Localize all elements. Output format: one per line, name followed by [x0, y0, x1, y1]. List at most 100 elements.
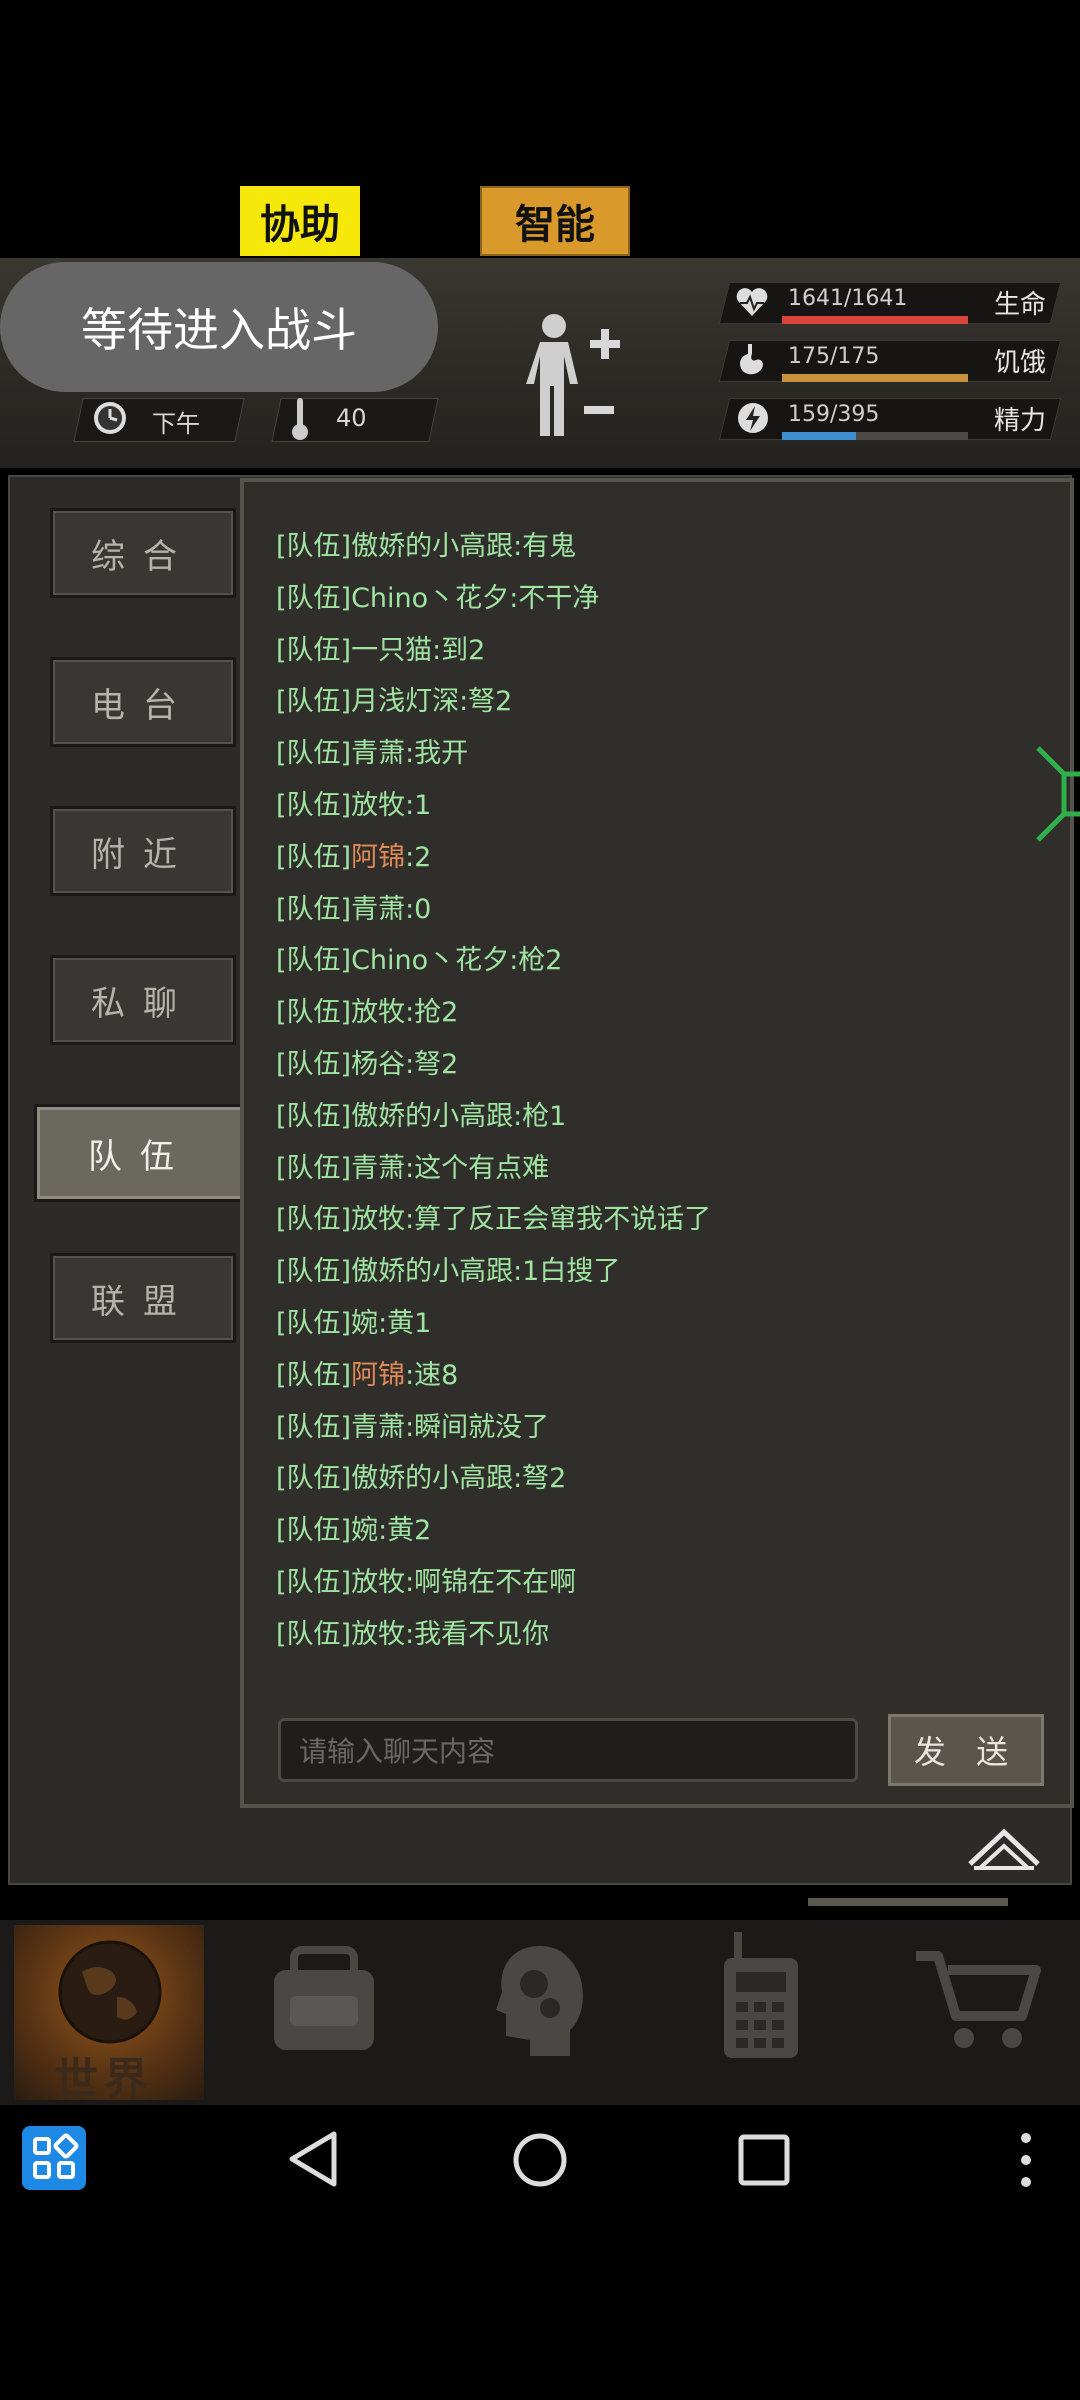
globe-icon — [58, 1940, 162, 2044]
chat-message-text: :黄2 — [378, 1515, 432, 1547]
nav-world[interactable]: 世界 — [14, 1925, 204, 2105]
home-icon[interactable] — [512, 2132, 568, 2188]
tab-alliance[interactable]: 联盟 — [50, 1253, 236, 1343]
chat-message-text: :黄1 — [378, 1308, 432, 1339]
chat-message-text: :枪1 — [513, 1100, 567, 1132]
hunger-label: 饥饿 — [994, 348, 1047, 378]
chat-input[interactable]: 请输入聊天内容 — [278, 1718, 858, 1782]
stomach-icon — [740, 344, 763, 375]
chat-sender-name[interactable]: 青萧 — [351, 1412, 405, 1443]
chat-message: [队伍]傲娇的小高跟:1白搜了 — [276, 1249, 620, 1288]
backpack-icon[interactable] — [264, 1940, 384, 2060]
chat-sender-name[interactable]: Chino丶花夕 — [351, 945, 509, 976]
chat-message-text: :弩2 — [405, 1049, 459, 1080]
chat-sender-name[interactable]: 杨谷 — [351, 1049, 405, 1080]
back-icon[interactable] — [286, 2130, 342, 2188]
chat-message: [队伍]放牧:1 — [276, 783, 431, 822]
chat-channel-tag: [队伍] — [276, 1100, 352, 1132]
chat-message: [队伍]傲娇的小高跟:弩2 — [276, 1456, 566, 1495]
chat-message: [队伍]Chino丶花夕:枪2 — [276, 938, 562, 977]
chat-message-text: :速8 — [405, 1359, 459, 1391]
chat-channel-tag: [队伍] — [276, 686, 352, 718]
chat-message-text: :啊锦在不在啊 — [405, 1567, 577, 1598]
clock-icon — [94, 402, 126, 434]
chat-sender-name[interactable]: 一只猫 — [351, 635, 432, 666]
chat-sender-name[interactable]: 青萧 — [351, 738, 405, 769]
chat-channel-tag: [队伍] — [276, 790, 352, 821]
temperature-value: 40 — [336, 404, 367, 432]
health-label: 生命 — [994, 290, 1047, 320]
shopping-cart-icon[interactable] — [912, 1946, 1042, 2056]
chat-sender-name[interactable]: 阿锦 — [351, 1360, 405, 1391]
chat-message-text: :1白搜了 — [513, 1256, 621, 1288]
hunger-bar-fill — [782, 374, 968, 382]
energy-value: 159/395 — [788, 402, 880, 427]
chat-message: [队伍]Chino丶花夕:不干净 — [276, 576, 599, 615]
tab-private[interactable]: 私聊 — [50, 955, 236, 1045]
chat-sender-name[interactable]: 傲娇的小高跟 — [351, 1463, 513, 1494]
health-value: 1641/1641 — [788, 286, 908, 311]
chat-message: [队伍]青萧:0 — [276, 887, 431, 926]
chat-message: [队伍]放牧:抢2 — [276, 990, 458, 1029]
chat-message: [队伍]杨谷:弩2 — [276, 1042, 458, 1081]
chat-channel-tag: [队伍] — [276, 1567, 352, 1598]
chat-sender-name[interactable]: 放牧 — [351, 1204, 405, 1235]
app-drawer-icon[interactable] — [22, 2126, 86, 2190]
more-options-icon[interactable] — [1016, 2130, 1036, 2190]
chat-sender-name[interactable]: 婉 — [351, 1515, 378, 1546]
chat-sender-name[interactable]: 放牧 — [351, 790, 405, 821]
smart-button[interactable]: 智能 — [480, 186, 630, 256]
chat-channel-tag: [队伍] — [276, 841, 352, 873]
chat-message-text: :算了反正会窜我不说话了 — [405, 1204, 712, 1236]
chat-channel-tag: [队伍] — [276, 1463, 352, 1495]
tab-nearby[interactable]: 附近 — [50, 806, 236, 896]
chat-sender-name[interactable]: 青萧 — [351, 894, 405, 925]
chat-message: [队伍]青萧:我开 — [276, 731, 468, 770]
chat-message-text: :弩2 — [513, 1463, 567, 1495]
chat-channel-tag: [队伍] — [276, 1049, 352, 1080]
chat-sender-name[interactable]: 月浅灯深 — [351, 686, 459, 717]
chat-sender-name[interactable]: 傲娇的小高跟 — [351, 531, 513, 562]
tab-team[interactable]: 队伍 — [34, 1104, 246, 1202]
chat-channel-tag: [队伍] — [276, 531, 352, 562]
chat-message: [队伍]婉:黄2 — [276, 1508, 431, 1547]
chat-message-text: :到2 — [432, 634, 486, 666]
nav-world-label: 世界 — [54, 2054, 154, 2105]
chat-sender-name[interactable]: 放牧 — [351, 1619, 405, 1650]
chat-message-text: :抢2 — [405, 997, 459, 1029]
chat-message-text: :不干净 — [509, 582, 600, 614]
assist-button[interactable]: 协助 — [240, 186, 360, 256]
chat-message-text: :我看不见你 — [405, 1618, 550, 1650]
chat-message-text: :枪2 — [509, 945, 563, 977]
side-marker-icon[interactable] — [1034, 744, 1080, 844]
send-button[interactable]: 发 送 — [888, 1714, 1044, 1786]
tab-radio[interactable]: 电台 — [50, 657, 236, 747]
chat-message-text: :弩2 — [459, 686, 513, 718]
chat-sender-name[interactable]: 青萧 — [351, 1153, 405, 1184]
recents-icon[interactable] — [738, 2134, 790, 2186]
chat-sender-name[interactable]: 傲娇的小高跟 — [351, 1256, 513, 1287]
chat-sender-name[interactable]: Chino丶花夕 — [351, 583, 509, 614]
radio-device-icon[interactable] — [716, 1932, 806, 2062]
chat-channel-tag: [队伍] — [276, 945, 352, 977]
chat-sender-name[interactable]: 放牧 — [351, 1567, 405, 1598]
chat-message-text: :这个有点难 — [405, 1152, 550, 1184]
chat-sender-name[interactable]: 婉 — [351, 1308, 378, 1339]
chat-channel-tag: [队伍] — [276, 1618, 352, 1650]
chat-message: [队伍]青萧:这个有点难 — [276, 1146, 549, 1185]
health-bar-fill — [782, 316, 968, 324]
chat-sender-name[interactable]: 阿锦 — [351, 842, 405, 873]
energy-icon — [738, 403, 768, 433]
chat-message: [队伍]青萧:瞬间就没了 — [276, 1405, 549, 1444]
body-status-icon[interactable] — [520, 310, 630, 450]
tab-general[interactable]: 综合 — [50, 508, 236, 598]
chat-sender-name[interactable]: 傲娇的小高跟 — [351, 1101, 513, 1132]
energy-bar-fill — [782, 432, 857, 440]
chat-message: [队伍]婉:黄1 — [276, 1301, 431, 1340]
chat-channel-tag: [队伍] — [276, 893, 352, 925]
chat-sender-name[interactable]: 放牧 — [351, 997, 405, 1028]
scroll-indicator — [808, 1898, 1008, 1906]
chat-message: [队伍]月浅灯深:弩2 — [276, 679, 512, 718]
skills-head-icon[interactable] — [490, 1940, 590, 2060]
collapse-up-icon[interactable] — [966, 1826, 1042, 1872]
